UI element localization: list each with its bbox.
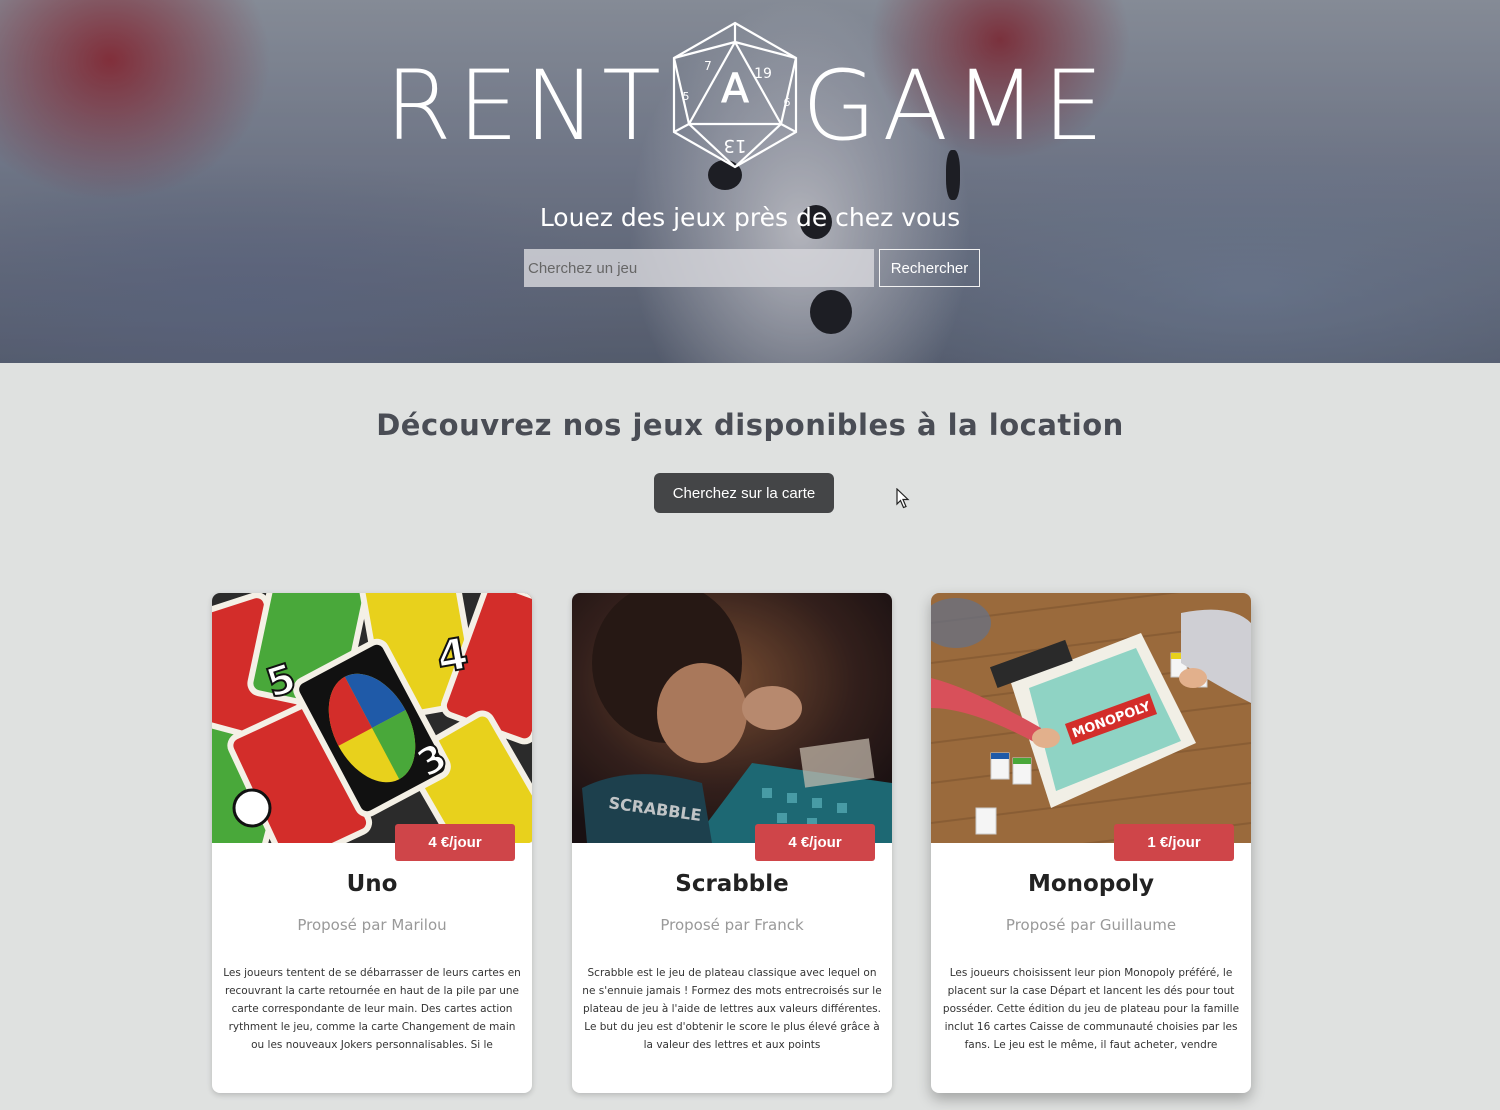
mouse-cursor-icon — [896, 488, 910, 509]
game-image-uno[interactable]: 4 5 3 — [212, 593, 532, 843]
svg-text:19: 19 — [754, 66, 772, 82]
game-image-scrabble[interactable]: SCRABBLE — [572, 593, 892, 843]
game-description: Scrabble est le jeu de plateau classique… — [582, 967, 882, 1051]
game-description: Les joueurs tentent de se débarrasser de… — [223, 967, 521, 1051]
map-search-button[interactable]: Cherchez sur la carte — [654, 473, 834, 513]
svg-text:5: 5 — [683, 90, 690, 103]
section-title: Découvrez nos jeux disponibles à la loca… — [376, 408, 1124, 442]
game-title[interactable]: Scrabble — [572, 871, 892, 897]
game-image-monopoly[interactable]: MONOPOLY — [931, 593, 1251, 843]
brand-logo[interactable]: RENT A 19 13 7 5 6 GAME — [0, 20, 1500, 170]
svg-text:6: 6 — [784, 96, 791, 109]
logo-word-right: GAME — [802, 50, 1110, 162]
game-title[interactable]: Uno — [212, 871, 532, 897]
game-owner: Proposé par Marilou — [297, 916, 447, 934]
d20-dice-icon: A 19 13 7 5 6 — [672, 21, 798, 169]
d20-letter: A — [721, 66, 749, 112]
game-card-monopoly[interactable]: MONOPOLY 1 €/jour Monopoly Proposé par G… — [931, 593, 1251, 1093]
logo-word-left: RENT — [385, 50, 667, 162]
price-badge: 4 €/jour — [395, 824, 515, 861]
hero-banner: RENT A 19 13 7 5 6 GAME Louez des jeux p… — [0, 0, 1500, 363]
search-button[interactable]: Rechercher — [879, 249, 980, 287]
search-input[interactable] — [524, 249, 874, 287]
game-owner: Proposé par Franck — [660, 916, 804, 934]
svg-text:7: 7 — [704, 59, 712, 73]
price-badge: 1 €/jour — [1114, 824, 1234, 861]
price-badge: 4 €/jour — [755, 824, 875, 861]
game-owner: Proposé par Guillaume — [1005, 916, 1177, 934]
svg-text:13: 13 — [724, 135, 747, 156]
game-title[interactable]: Monopoly — [931, 871, 1251, 897]
game-description: Les joueurs choisissent leur pion Monopo… — [942, 967, 1240, 1051]
hero-tagline: Louez des jeux près de chez vous — [539, 203, 961, 232]
game-card-scrabble[interactable]: SCRABBLE 4 €/jour Scrabble Proposé par F… — [572, 593, 892, 1093]
game-card-uno[interactable]: 4 5 3 4 €/jour Uno Proposé par Marilou L… — [212, 593, 532, 1093]
